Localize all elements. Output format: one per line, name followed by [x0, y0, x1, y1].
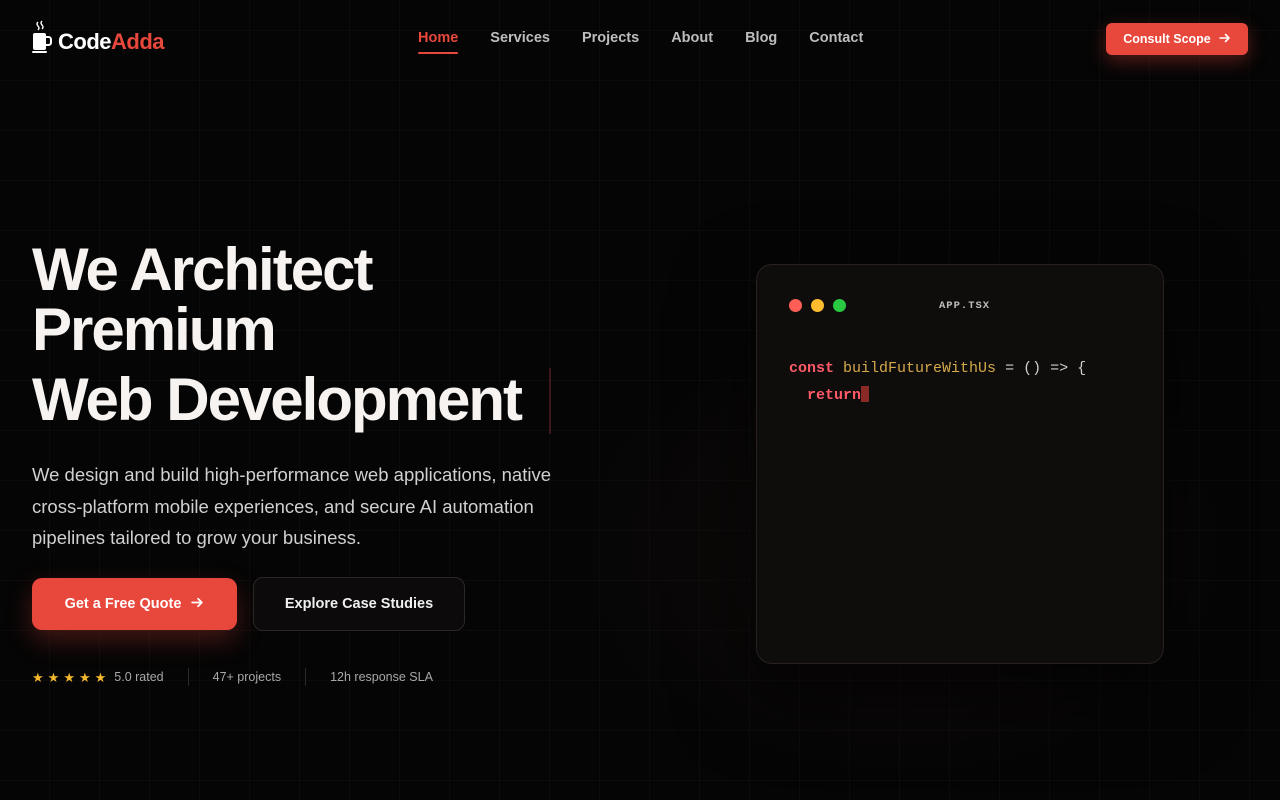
hero-title-line-3: Web Development: [32, 366, 523, 433]
close-dot-icon: [789, 299, 802, 312]
logo[interactable]: CodeAdda: [32, 20, 165, 54]
window-controls: [789, 299, 846, 312]
logo-text-accent: Adda: [111, 29, 165, 54]
stats-divider: [187, 668, 189, 686]
rating-label: 5.0 rated: [114, 670, 164, 684]
consult-scope-label: Consult Scope: [1123, 32, 1211, 46]
star-icon: ★: [32, 669, 44, 685]
minimize-dot-icon: [811, 299, 824, 312]
code-function-name: buildFutureWithUs: [843, 360, 997, 377]
sla-label: 12h response SLA: [330, 670, 433, 684]
nav-link-about[interactable]: About: [671, 30, 713, 52]
typing-caret: [549, 368, 551, 434]
nav-links: Home Services Projects About Blog Contac…: [418, 30, 863, 54]
hero-title: We Architect Premium Web Development: [32, 236, 523, 433]
star-icon: ★: [47, 669, 60, 685]
nav-link-projects[interactable]: Projects: [582, 30, 639, 52]
nav-link-home[interactable]: Home: [418, 30, 459, 54]
hero-description: We design and build high-performance web…: [32, 464, 552, 548]
consult-scope-button[interactable]: Consult Scope: [1106, 23, 1248, 55]
rating-stars: ★ ★ ★ ★ ★: [32, 671, 106, 684]
nav-link-contact[interactable]: Contact: [809, 30, 863, 52]
star-icon: ★: [78, 669, 91, 685]
code-keyword-const: const: [789, 360, 835, 377]
top-navigation: CodeAdda Home Services Projects About Bl…: [0, 0, 1280, 78]
file-name-tab: APP.TSX: [939, 300, 991, 312]
projects-label: 47+ projects: [212, 670, 282, 684]
code-snippet: const buildFutureWithUs = () => { return: [789, 355, 1086, 409]
hero-title-line-2: Premium: [32, 296, 277, 363]
trust-stats: ★ ★ ★ ★ ★ 5.0 rated 47+ projects 12h res…: [32, 668, 433, 686]
logo-text-primary: Code: [58, 29, 112, 54]
explore-case-studies-button[interactable]: Explore Case Studies: [253, 577, 465, 631]
hero-title-line-1: We Architect: [32, 236, 373, 303]
code-editor-window: APP.TSX const buildFutureWithUs = () => …: [756, 264, 1164, 664]
code-keyword-return: return: [807, 387, 862, 404]
code-punctuation: = () => {: [996, 360, 1087, 377]
stats-divider: [305, 668, 307, 686]
star-icon: ★: [63, 669, 75, 685]
logo-text: CodeAdda: [58, 29, 165, 54]
arrow-right-icon: [191, 596, 204, 613]
get-free-quote-label: Get a Free Quote: [64, 596, 182, 612]
star-icon: ★: [94, 669, 107, 685]
maximize-dot-icon: [833, 299, 846, 312]
nav-link-services[interactable]: Services: [490, 30, 550, 52]
text-cursor: [861, 386, 870, 402]
coffee-cup-icon: [32, 20, 52, 54]
get-free-quote-button[interactable]: Get a Free Quote: [32, 578, 237, 630]
arrow-right-icon: [1218, 32, 1231, 47]
nav-link-blog[interactable]: Blog: [745, 30, 777, 52]
